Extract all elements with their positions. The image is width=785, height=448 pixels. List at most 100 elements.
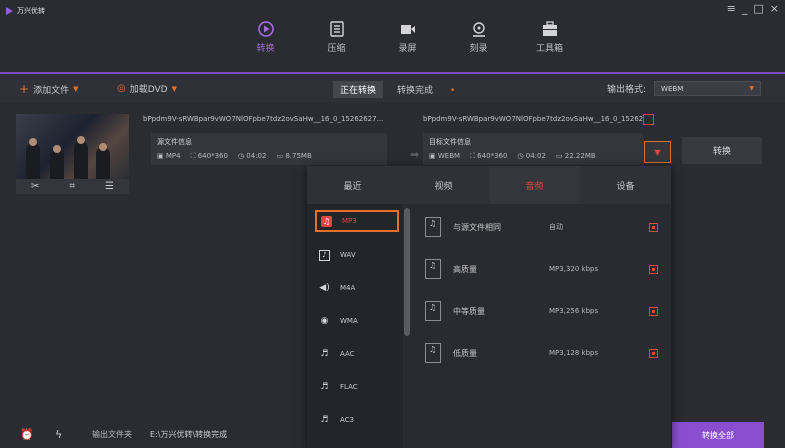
- edit-icon[interactable]: [649, 222, 658, 232]
- format-label: WAV: [340, 251, 356, 259]
- maximize-icon[interactable]: □: [753, 2, 763, 15]
- waveform-icon: ♬: [320, 382, 329, 392]
- quality-name: 与源文件相同: [453, 222, 501, 232]
- format-item-m4a[interactable]: ◀) M4A: [315, 277, 399, 299]
- format-item-aac[interactable]: ♬ AAC: [315, 343, 399, 365]
- quality-name: 中等质量: [453, 306, 485, 316]
- edit-icon[interactable]: [649, 348, 658, 358]
- output-folder-label: 输出文件夹: [92, 429, 132, 439]
- format-dropdown-button[interactable]: ▼: [644, 141, 671, 163]
- source-duration: ◷ 04:02: [237, 152, 267, 160]
- conversion-tabs: 正在转换 转换完成 •: [333, 81, 469, 98]
- format-label: AC3: [340, 416, 355, 424]
- tab-audio[interactable]: 音频: [489, 166, 580, 204]
- close-icon[interactable]: ×: [770, 2, 779, 15]
- format-item-wma[interactable]: ◉ WMA: [315, 310, 399, 332]
- nav-burn[interactable]: 刻录: [443, 20, 514, 54]
- format-label: M4A: [340, 284, 356, 292]
- compress-icon: [327, 20, 347, 38]
- target-format: ▣ WEBM: [429, 152, 461, 160]
- target-file-name: bPpdm9V-sRWBpar9vWO7NlOFpbe7tdz2ovSaHw__…: [423, 115, 643, 123]
- main-nav: 转换 压缩 录屏 刻录 工具箱: [230, 20, 585, 54]
- chevron-down-icon: ▼: [654, 147, 661, 157]
- lightning-icon[interactable]: ϟ: [55, 428, 62, 441]
- audio-file-icon: [425, 301, 441, 321]
- nav-compress[interactable]: 压缩: [301, 20, 372, 54]
- source-size: ▭ 8.75MB: [276, 152, 312, 160]
- minimize-icon[interactable]: _: [742, 2, 748, 15]
- source-info-box: 源文件信息 ▣ MP4 ⛶ 640*360 ◷ 04:02 ▭ 8.75MB: [151, 133, 387, 165]
- nav-convert-label: 转换: [256, 44, 275, 54]
- arrow-right-icon: ➡: [410, 148, 420, 161]
- video-thumbnail[interactable]: [16, 114, 129, 179]
- music-note-icon: ♫: [321, 215, 332, 227]
- thumbnail-tools: ✂ ⌗ ☰: [16, 179, 129, 194]
- edit-icon[interactable]: [649, 264, 658, 274]
- tab-video[interactable]: 视频: [398, 166, 489, 204]
- quality-rate: MP3,128 kbps: [549, 349, 599, 357]
- format-item-wav[interactable]: ♪ WAV: [315, 244, 399, 266]
- record-icon: [398, 20, 418, 38]
- scissors-icon[interactable]: ✂: [31, 181, 39, 192]
- quality-row-low[interactable]: 低质量 MP3,128 kbps: [411, 332, 671, 374]
- target-duration: ◷ 04:02: [517, 152, 546, 160]
- nav-compress-label: 压缩: [327, 44, 346, 54]
- edit-name-icon[interactable]: [643, 114, 654, 125]
- quality-row-medium[interactable]: 中等质量 MP3,256 kbps: [411, 290, 671, 332]
- quality-row-high[interactable]: 高质量 MP3,320 kbps: [411, 248, 671, 290]
- quality-rate: 自动: [549, 223, 563, 231]
- audio-file-icon: [425, 217, 441, 237]
- waveform-icon: ♬: [320, 415, 329, 425]
- effects-icon[interactable]: ☰: [105, 181, 114, 192]
- format-popup: 最近 视频 音频 设备 ♫ MP3 ♪ WAV ◀) M4A ◉ WMA ♬ A…: [307, 166, 671, 448]
- burn-icon: [469, 20, 489, 38]
- format-label: MP3: [342, 217, 357, 225]
- format-item-flac[interactable]: ♬ FLAC: [315, 376, 399, 398]
- output-format-select[interactable]: WEBM ▼: [654, 81, 762, 96]
- tab-done[interactable]: 转换完成 •: [383, 81, 469, 98]
- chevron-down-icon: ▼: [73, 85, 79, 93]
- add-file-button[interactable]: + 添加文件 ▼: [19, 82, 78, 96]
- menu-icon[interactable]: ≡: [727, 2, 736, 15]
- nav-convert[interactable]: 转换: [230, 20, 301, 54]
- quality-name: 低质量: [453, 348, 477, 358]
- quality-rate: MP3,256 kbps: [549, 307, 599, 315]
- format-label: WMA: [340, 317, 358, 325]
- toolbar: + 添加文件 ▼ ◎ 加载DVD ▼ 正在转换 转换完成 • 输出格式: WEB…: [0, 72, 785, 102]
- tab-done-badge: •: [449, 86, 456, 96]
- audio-file-icon: [425, 343, 441, 363]
- edit-icon[interactable]: [649, 306, 658, 316]
- target-resolution: ⛶ 640*360: [470, 152, 508, 160]
- nav-toolbox[interactable]: 工具箱: [514, 20, 585, 54]
- tab-device[interactable]: 设备: [580, 166, 671, 204]
- tab-recent[interactable]: 最近: [307, 166, 398, 204]
- quality-row-same[interactable]: 与源文件相同 自动: [411, 206, 671, 248]
- app-title-area: 万兴优转: [6, 6, 45, 16]
- output-format-value: WEBM: [661, 84, 684, 93]
- tab-converting[interactable]: 正在转换: [333, 81, 384, 98]
- chevron-down-icon: ▼: [171, 84, 177, 93]
- format-label: FLAC: [340, 383, 358, 391]
- source-format: ▣ MP4: [157, 152, 181, 160]
- format-list-scrollbar[interactable]: [404, 208, 410, 336]
- nav-burn-label: 刻录: [469, 44, 488, 54]
- nav-record[interactable]: 录屏: [372, 20, 443, 54]
- window-controls: ≡ _ □ ×: [727, 2, 779, 15]
- toolbox-icon: [540, 20, 560, 38]
- alarm-icon[interactable]: ⏰: [20, 428, 34, 441]
- format-item-mp3[interactable]: ♫ MP3: [315, 210, 399, 232]
- output-format: 输出格式: WEBM ▼: [607, 81, 762, 96]
- source-info-title: 源文件信息: [157, 138, 192, 146]
- convert-all-button[interactable]: 转换全部: [672, 422, 764, 448]
- dvd-icon: ◎: [117, 83, 126, 94]
- plus-icon: +: [19, 82, 30, 96]
- tab-done-label: 转换完成: [397, 86, 434, 96]
- convert-button[interactable]: 转换: [682, 137, 762, 164]
- format-item-ac3[interactable]: ♬ AC3: [315, 409, 399, 431]
- waveform-icon: ♬: [320, 349, 329, 359]
- load-dvd-button[interactable]: ◎ 加载DVD ▼: [117, 82, 177, 95]
- output-path[interactable]: E:\万兴优转\转换完成: [150, 429, 227, 440]
- crop-icon[interactable]: ⌗: [69, 181, 75, 192]
- format-list: ♫ MP3 ♪ WAV ◀) M4A ◉ WMA ♬ AAC ♬ FLAC ♬ …: [307, 204, 403, 448]
- add-file-label: 添加文件: [33, 85, 70, 96]
